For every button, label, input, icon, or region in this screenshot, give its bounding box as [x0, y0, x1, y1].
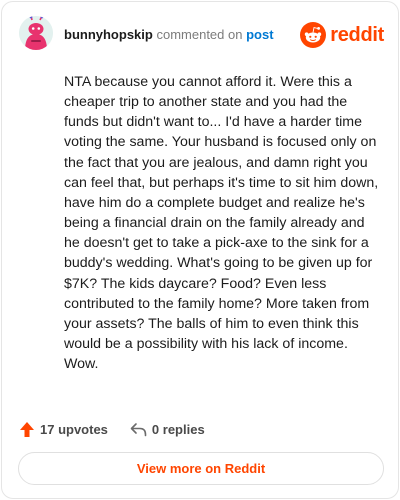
reddit-logo-icon [300, 22, 327, 48]
replies-button[interactable]: 0 replies [130, 422, 205, 437]
reply-count: 0 replies [151, 421, 205, 437]
upvote-arrow-icon [20, 421, 34, 437]
action-text: commented on [156, 27, 243, 42]
comment-header: bunnyhopskip commented on post reddit [2, 2, 398, 66]
reddit-logo[interactable]: reddit [300, 21, 384, 49]
reply-arrow-icon [130, 422, 147, 436]
username-link[interactable]: bunnyhopskip [64, 27, 153, 42]
comment-byline: bunnyhopskip commented on post [64, 26, 274, 44]
post-link[interactable]: post [246, 27, 273, 42]
upvote-count: 17 upvotes [40, 421, 108, 437]
upvote-button[interactable]: 17 upvotes [19, 421, 108, 438]
view-more-button[interactable]: View more on Reddit [18, 452, 384, 485]
comment-actions: 17 upvotes 0 replies [19, 418, 205, 440]
snoo-avatar-icon [19, 16, 53, 50]
user-avatar[interactable] [19, 16, 53, 50]
reddit-wordmark: reddit [330, 24, 384, 46]
comment-card: bunnyhopskip commented on post reddit NT… [1, 1, 399, 499]
comment-body: NTA because you cannot afford it. Were t… [64, 74, 379, 373]
